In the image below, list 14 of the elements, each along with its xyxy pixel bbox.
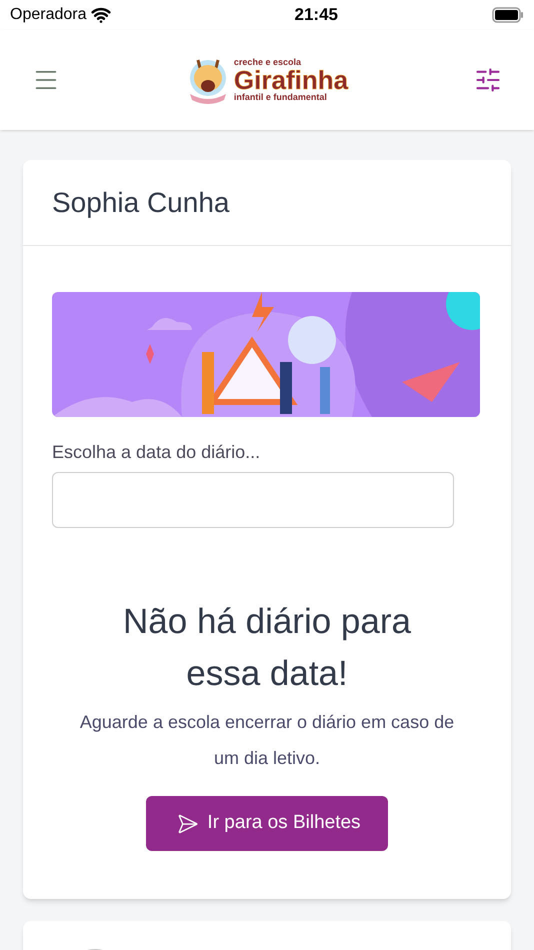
carrier-name: Operadora [10,5,86,25]
student-name: Sophia Cunha [52,186,230,220]
wifi-icon [90,5,110,25]
date-input-field[interactable] [52,472,454,528]
go-to-notes-button[interactable]: Ir para os Bilhetes [146,796,388,851]
clock-time: 21:45 [294,4,338,26]
logo-subtitle: infantil e fundamental [234,93,328,102]
logo-tagline: creche e escola [234,58,302,67]
date-field-label: Escolha a data do diário... [52,441,262,464]
empty-state-heading: Não há diário para essa data! [122,601,412,695]
filter-button[interactable] [474,66,502,94]
empty-state-message: Aguarde a escola encerrar o diário em caso de um dia letivo. [78,711,456,770]
battery-icon [492,7,524,23]
logo-name: Girafinha [234,67,348,93]
